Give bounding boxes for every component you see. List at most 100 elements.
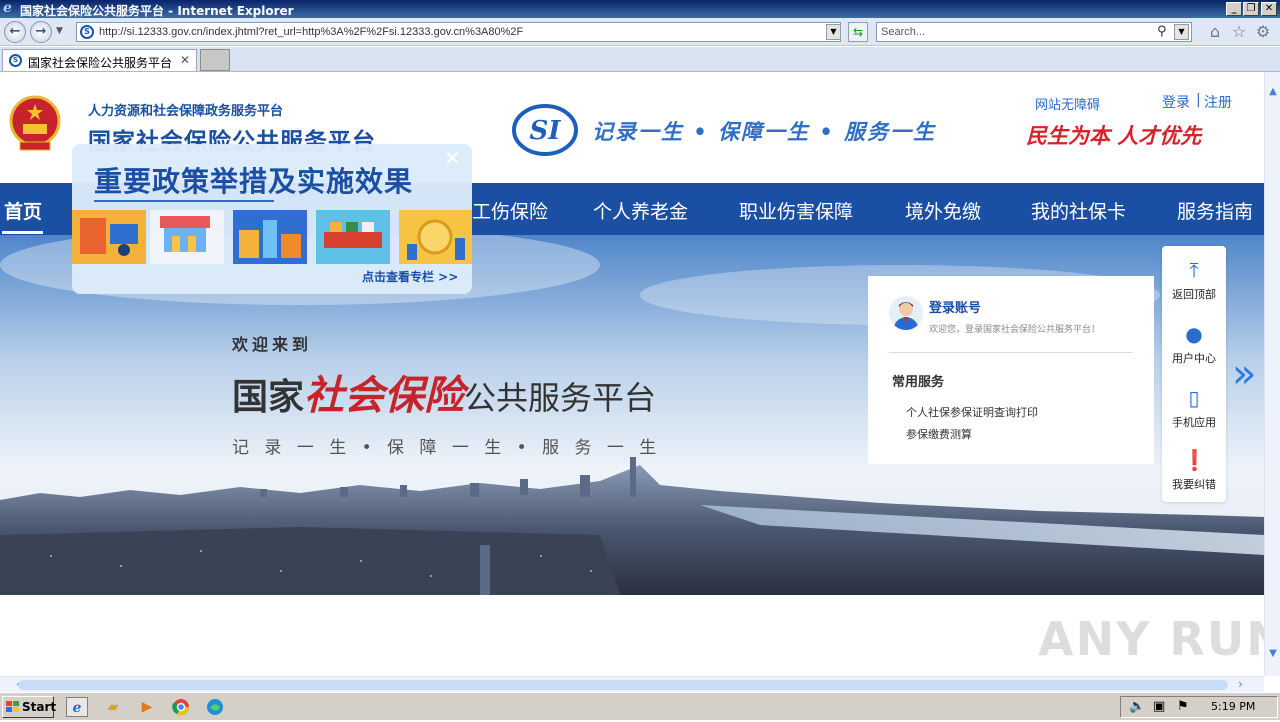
login-link[interactable]: 登录 [1162,92,1190,112]
anyrun-watermark: ANY RUN [1038,612,1264,666]
login-account-link[interactable]: 登录账号 [929,297,981,316]
horizontal-scroll-thumb[interactable] [18,680,1228,690]
media-player-icon[interactable]: ▶ [136,697,158,717]
tab-title: 国家社会保险公共服务平台 [28,56,173,70]
address-dropdown-button[interactable]: ▼ [826,24,841,40]
header-slogan: 记录一生 • 保障一生 • 服务一生 [592,119,937,144]
home-icon[interactable]: ⌂ [1206,23,1224,41]
start-label: Start [22,700,57,714]
start-button[interactable]: Start [2,696,57,718]
red-slogan: 民生为本 人才优先 [1026,123,1202,148]
mobile-app-button[interactable]: ▯ 手机应用 [1162,386,1226,430]
tab-active[interactable]: S 国家社会保险公共服务平台 ✕ [2,49,197,71]
search-input[interactable]: Search... ⚲ [876,22,1192,42]
hero-title: 国家社会保险公共服务平台 [232,363,656,421]
chrome-icon[interactable] [170,697,192,717]
back-button[interactable]: ← [4,21,26,43]
taskbar: Start e ▰ ▶ 🔈 ▣ ⚑ 5:19 PM [0,692,1280,720]
favorites-star-icon[interactable]: ☆ [1230,23,1248,41]
chevron-right-icon[interactable]: » [1232,354,1256,394]
restore-button[interactable]: ❐ [1243,2,1259,16]
windows-flag-icon [6,701,19,712]
nav-active-indicator [2,231,43,234]
history-dropdown-icon[interactable]: ▼ [56,26,63,36]
forward-button[interactable]: → [30,21,52,43]
si-logo-icon: SI [512,104,578,156]
scroll-right-icon[interactable]: › [1238,677,1243,691]
volume-icon[interactable]: 🔈 [1129,699,1145,714]
site-favicon-icon: S [80,25,94,39]
popup-view-column-link[interactable]: 点击查看专栏 >> [362,268,458,285]
user-center-button[interactable]: ● 用户中心 [1162,322,1226,366]
national-emblem-icon [9,95,61,151]
system-tray: 🔈 ▣ ⚑ 5:19 PM [1120,696,1278,718]
minimize-button[interactable]: _ [1226,2,1242,16]
explorer-folder-icon[interactable]: ▰ [102,697,124,717]
popup-close-icon[interactable]: ✕ [444,146,461,170]
window-titlebar: e 国家社会保险公共服务平台 - Internet Explorer _ ❐ ✕ [0,0,1280,18]
close-window-button[interactable]: ✕ [1261,2,1277,16]
back-to-top-button[interactable]: ⤒ 返回顶部 [1162,258,1226,302]
scroll-down-icon[interactable]: ▼ [1267,648,1279,659]
flag-notification-icon[interactable]: ⚑ [1177,699,1189,714]
ie-taskbar-icon[interactable]: e [66,697,88,717]
common-services-heading: 常用服务 [892,375,945,390]
phone-icon: ▯ [1188,386,1200,410]
avatar-icon [889,296,923,330]
tab-close-icon[interactable]: ✕ [180,53,190,67]
tab-strip: S 国家社会保险公共服务平台 ✕ [0,47,1280,72]
scroll-up-icon[interactable]: ▲ [1267,86,1279,97]
horizontal-scrollbar[interactable]: ‹ › [0,676,1264,692]
hero-slogan: 记 录 一 生 • 保 障 一 生 • 服 务 一 生 [232,438,662,458]
report-error-button[interactable]: ❗ 我要纠错 [1162,448,1226,492]
alert-icon: ❗ [1182,448,1207,472]
popup-thumbnail-presentation[interactable] [72,210,146,264]
user-icon: ● [1185,322,1203,346]
hero-welcome: 欢迎来到 [232,335,313,354]
nav-item-service-guide[interactable]: 服务指南 [1177,197,1253,224]
nav-item-home[interactable]: 首页 [4,197,42,224]
ministry-label: 人力资源和社会保障政务服务平台 [88,104,284,119]
arrow-up-icon: ⤒ [1189,258,1199,282]
panel-divider [889,352,1133,353]
popup-thumbnail-finance[interactable] [399,210,472,264]
edge-icon[interactable] [204,697,226,717]
svg-text:SI: SI [530,116,562,146]
register-link[interactable]: 注册 [1204,92,1232,112]
url-text[interactable]: http://si.12333.gov.cn/index.jhtml?ret_u… [99,26,523,38]
popup-title: 重要政策举措及实施效果 [94,165,414,198]
float-toolbar: ⤒ 返回顶部 ● 用户中心 ▯ 手机应用 ❗ 我要纠错 [1162,246,1226,502]
hero-title-part-insurance: 社会保险 [304,372,465,419]
popup-thumbnail-industry[interactable] [233,210,307,264]
hero-title-part-platform: 公共服务平台 [464,379,657,417]
login-panel: 登录账号 欢迎您，登录国家社会保险公共服务平台！ 常用服务 个人社保参保证明查询… [868,276,1154,464]
page-viewport: 人力资源和社会保障政务服务平台 国家社会保险公共服务平台 SI 记录一生 • 保… [0,72,1264,676]
nav-item-injury-insurance[interactable]: 工伤保险 [472,197,548,224]
policy-popup[interactable]: ✕ 重要政策举措及实施效果 点击查看专栏 >> [72,144,472,294]
service-link-insurance-certificate[interactable]: 个人社保参保证明查询打印 [906,404,1038,420]
browser-navbar: ← → ▼ S http://si.12333.gov.cn/index.jht… [0,18,1280,46]
search-placeholder: Search... [881,26,926,38]
nav-item-my-social-card[interactable]: 我的社保卡 [1031,197,1126,224]
hero-title-part-country: 国家 [232,377,305,418]
search-icon[interactable]: ⚲ [1157,24,1167,39]
new-tab-button[interactable] [200,49,230,71]
address-bar[interactable]: S http://si.12333.gov.cn/index.jhtml?ret… [76,22,841,42]
refresh-button[interactable]: ⇆ [848,22,868,42]
clock: 5:19 PM [1211,700,1256,713]
window-title: 国家社会保险公共服务平台 - Internet Explorer [20,4,294,18]
tab-favicon-icon: S [9,54,22,67]
popup-thumbnail-market[interactable] [150,210,224,264]
vertical-scrollbar[interactable]: ▲ ▼ [1264,72,1280,676]
service-link-contribution-calculator[interactable]: 参保缴费测算 [906,426,972,442]
settings-gear-icon[interactable]: ⚙ [1254,23,1272,41]
popup-thumbnail-shipping[interactable] [316,210,390,264]
popup-title-underline [94,200,274,202]
network-icon[interactable]: ▣ [1153,699,1165,714]
nav-item-overseas-exemption[interactable]: 境外免缴 [905,197,981,224]
nav-item-personal-pension[interactable]: 个人养老金 [593,197,688,224]
search-dropdown-button[interactable]: ▼ [1174,24,1189,40]
barrier-free-link[interactable]: 网站无障碍 [1035,94,1100,113]
login-separator: | [1196,92,1201,108]
nav-item-occupational-injury[interactable]: 职业伤害保障 [739,197,853,224]
